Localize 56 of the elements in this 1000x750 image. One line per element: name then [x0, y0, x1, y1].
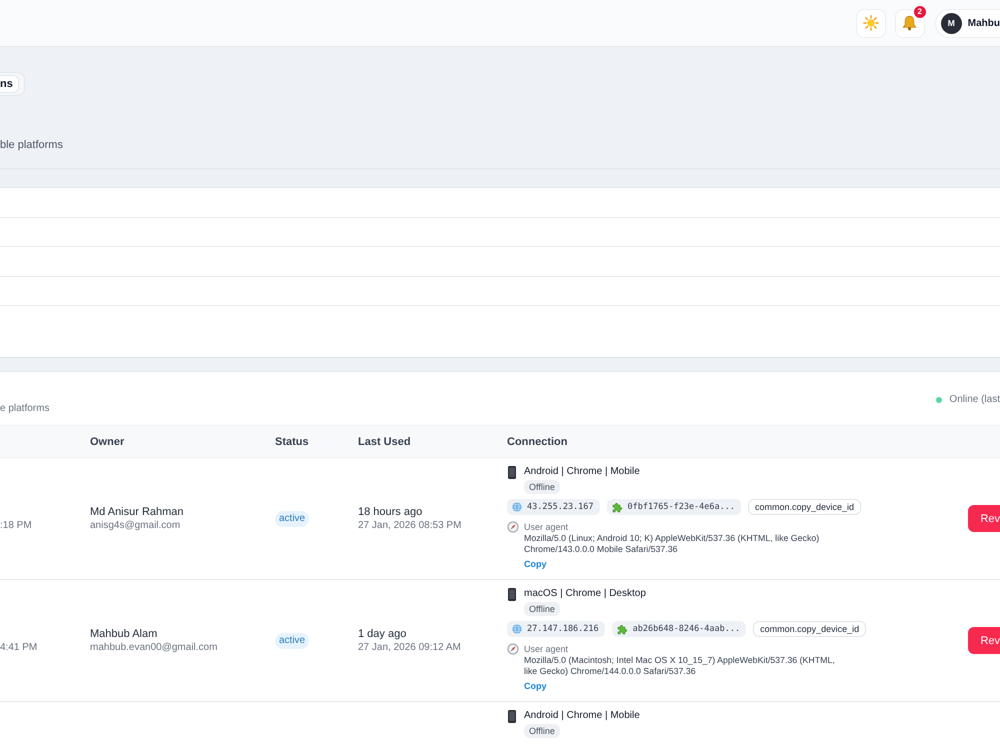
last-used-relative: 1 day ago: [358, 627, 406, 641]
phone-icon: [508, 710, 516, 722]
owner-name: Md Anisur Rahman: [90, 505, 184, 519]
presence-badge: Offline: [524, 480, 560, 494]
copy-device-id-button[interactable]: common.copy_device_id: [748, 499, 862, 515]
ip-address-text: 27.147.186.216: [527, 624, 599, 634]
status-dot-icon: [936, 397, 942, 403]
sun-icon: [862, 15, 879, 31]
user-agent-text: Mozilla/5.0 (Linux; Android 10; K) AppleWebKit/537.36 (KHTML, like Gecko) Chrome/143.0.0.0 Mobile Safari/537.36: [524, 533, 820, 555]
phone-icon: [508, 588, 516, 600]
column-header: Status: [275, 436, 309, 448]
owner-name: Mahbub Alam: [90, 627, 158, 641]
revoke-button[interactable]: Rev: [968, 505, 1000, 532]
puzzle-piece-icon: [612, 502, 623, 512]
bell-icon: [902, 15, 918, 31]
presence-badge: Offline: [524, 724, 560, 738]
device-name: macOS | Chrome | Desktop: [524, 587, 646, 601]
device-name: Android | Chrome | Mobile: [524, 709, 640, 723]
last-used-relative: 18 hours ago: [358, 505, 422, 519]
globe-icon: [512, 502, 522, 512]
copy-link[interactable]: Copy: [524, 680, 546, 692]
device-name: Android | Chrome | Mobile: [524, 465, 640, 479]
compass-icon: [507, 521, 519, 533]
revoke-button[interactable]: Rev: [968, 627, 1000, 654]
last-used-date: 27 Jan, 2026 08:53 PM: [358, 519, 462, 532]
section-subtitle: ble platforms: [0, 139, 63, 151]
time-text: 4:41 PM: [0, 641, 38, 654]
user-menu-button[interactable]: M Mahbu: [934, 8, 1000, 38]
column-header: Last Used: [358, 436, 411, 448]
theme-toggle-button[interactable]: [856, 8, 886, 38]
user-agent-text: Mozilla/5.0 (Macintosh; Intel Mac OS X 10_15_7) AppleWebKit/537.36 (KHTML, like Gecko) Chrome/144.0.0.0 Safari/537.36: [524, 655, 836, 677]
presence-badge: Offline: [524, 602, 560, 616]
owner-email: anisg4s@gmail.com: [90, 519, 180, 532]
user-agent-label: User agent: [524, 643, 568, 655]
user-agent-label: User agent: [524, 521, 568, 533]
tab[interactable]: ns: [0, 75, 19, 93]
phone-icon: [508, 466, 516, 478]
online-legend: Online (last: [949, 394, 1000, 406]
status-badge: active: [275, 632, 310, 648]
puzzle-piece-icon: [616, 624, 628, 634]
device-id-text: ab26b648-8246-4aab...: [632, 624, 740, 634]
owner-email: mahbub.evan00@gmail.com: [90, 641, 218, 654]
time-text: :18 PM: [0, 519, 32, 532]
user-avatar: M: [940, 12, 962, 34]
compass-icon: [507, 643, 519, 655]
globe-icon: [512, 624, 522, 634]
notification-badge: 2: [912, 4, 927, 18]
last-used-date: 27 Jan, 2026 09:12 AM: [358, 641, 461, 654]
card-subtitle: e platforms: [0, 403, 50, 415]
status-badge: active: [275, 510, 310, 526]
copy-link[interactable]: Copy: [524, 558, 546, 570]
device-id-text: 0fbf1765-f23e-4e6a...: [628, 502, 735, 512]
column-header: Owner: [90, 436, 124, 448]
copy-device-id-button[interactable]: common.copy_device_id: [753, 621, 866, 637]
ip-address-text: 43.255.23.167: [527, 502, 594, 512]
column-header: Connection: [507, 436, 568, 448]
